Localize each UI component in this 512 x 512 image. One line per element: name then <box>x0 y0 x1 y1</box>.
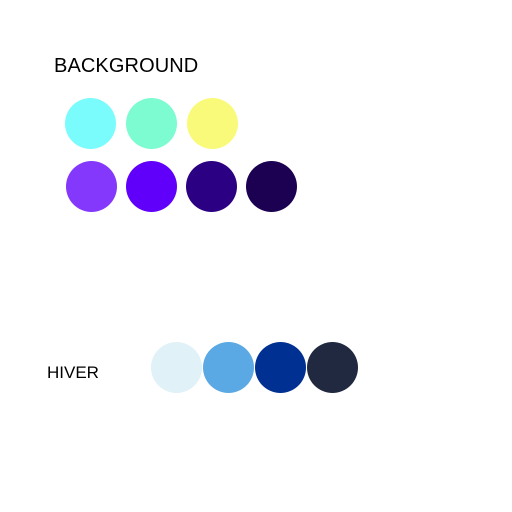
hiver-swatch-ice-white[interactable] <box>151 342 202 393</box>
background-swatch-deep-indigo[interactable] <box>186 161 237 212</box>
background-swatch-violet[interactable] <box>126 161 177 212</box>
background-swatch-dark-navy-purple[interactable] <box>246 161 297 212</box>
hiver-palette-title: HIVER <box>47 363 99 382</box>
hiver-palette-row <box>151 342 358 393</box>
background-swatch-cyan[interactable] <box>65 98 116 149</box>
background-palette-row-2 <box>66 161 297 212</box>
background-palette-row-1 <box>65 98 238 149</box>
hiver-swatch-dark-slate[interactable] <box>307 342 358 393</box>
background-swatch-lavender-purple[interactable] <box>66 161 117 212</box>
background-swatch-aquamarine[interactable] <box>126 98 177 149</box>
hiver-swatch-royal-blue[interactable] <box>255 342 306 393</box>
background-palette-title: BACKGROUND <box>54 55 199 77</box>
hiver-swatch-sky-blue[interactable] <box>203 342 254 393</box>
background-swatch-pale-yellow[interactable] <box>187 98 238 149</box>
